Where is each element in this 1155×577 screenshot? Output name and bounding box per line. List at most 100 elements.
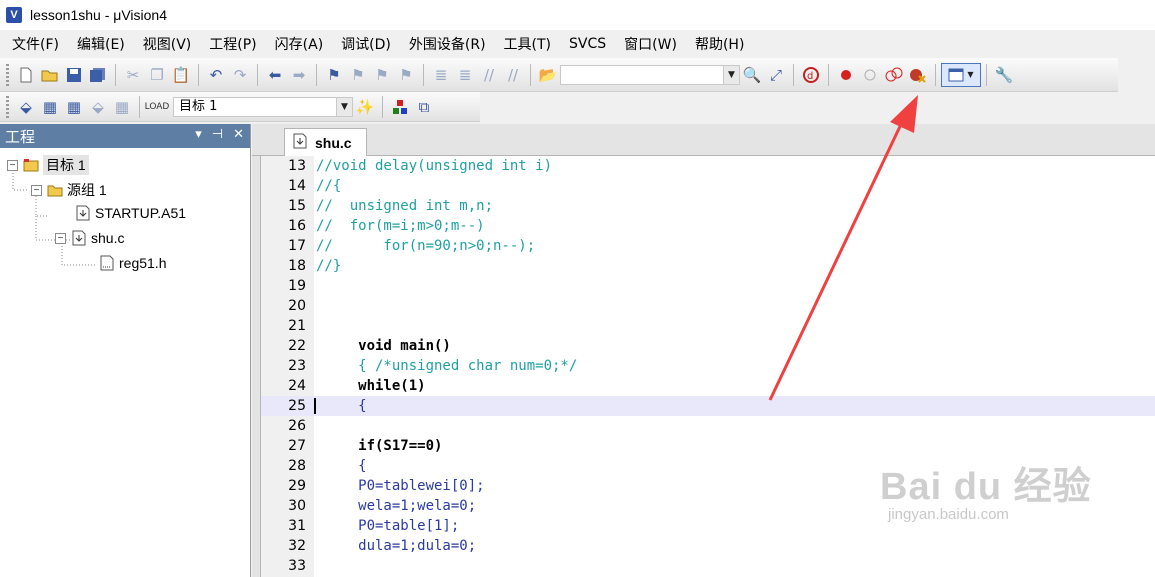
code-line[interactable]: 26 (261, 416, 1155, 436)
line-number: 13 (288, 158, 306, 174)
find-in-files-icon[interactable]: 📂 (536, 63, 560, 87)
uvision-app-icon: V (6, 7, 22, 23)
line-number: 32 (288, 538, 306, 554)
menu-file[interactable]: 文件(F) (12, 34, 59, 54)
code-line[interactable]: 27 if(S17==0) (261, 436, 1155, 456)
menu-help[interactable]: 帮助(H) (695, 34, 744, 54)
code-line[interactable]: 19 (261, 276, 1155, 296)
collapse-icon[interactable]: − (55, 232, 66, 244)
menu-edit[interactable]: 编辑(E) (77, 34, 125, 54)
download-load-icon[interactable]: LOAD (145, 95, 170, 119)
enable-breakpoint-icon[interactable] (858, 63, 882, 87)
indent-icon[interactable]: ≣ (429, 63, 453, 87)
cut-icon[interactable]: ✂ (121, 63, 145, 87)
prev-bookmark-icon[interactable]: ⚑ (346, 63, 370, 87)
incremental-find-icon[interactable]: ⤢ (764, 63, 788, 87)
menu-flash[interactable]: 闪存(A) (275, 34, 324, 54)
batch-build-icon[interactable]: ⬙ (86, 95, 110, 119)
menu-project[interactable]: 工程(P) (209, 34, 256, 54)
comment-icon[interactable]: // (477, 63, 501, 87)
configure-wrench-icon[interactable]: 🔧 (992, 63, 1016, 87)
tree-item-target[interactable]: − 目标 1 (7, 155, 89, 175)
line-number: 14 (288, 178, 306, 194)
build-icon[interactable]: ▦ (38, 95, 62, 119)
tree-item-shu-c[interactable]: − shu.c (55, 230, 124, 246)
code-line[interactable]: 33 (261, 556, 1155, 576)
tree-item-reg51-h-label: reg51.h (119, 255, 167, 271)
toolbar-separator (828, 63, 829, 86)
next-bookmark-icon[interactable]: ⚑ (370, 63, 394, 87)
tree-item-group[interactable]: − 源组 1 (31, 180, 107, 200)
code-line[interactable]: 17 // for(n=90;n>0;n--); (261, 236, 1155, 256)
paste-icon[interactable]: 📋 (169, 63, 193, 87)
target-select-value: 目标 1 (179, 98, 218, 114)
watermark-logo-text: Bai du 经验 (880, 466, 1092, 508)
menu-svcs[interactable]: SVCS (569, 36, 606, 52)
navigate-forward-icon[interactable]: ➡ (287, 63, 311, 87)
translate-icon[interactable]: ⬙ (14, 95, 38, 119)
menu-tools[interactable]: 工具(T) (504, 34, 551, 54)
line-number: 25 (288, 398, 306, 414)
menu-debug[interactable]: 调试(D) (341, 34, 391, 54)
kill-all-breakpoints-icon[interactable] (906, 63, 930, 87)
undo-icon[interactable]: ↶ (204, 63, 228, 87)
new-file-icon[interactable] (14, 63, 38, 87)
target-select[interactable]: 目标 1 ▼ (173, 96, 353, 117)
line-number: 30 (288, 498, 306, 514)
code-line[interactable]: 32 dula=1;dula=0; (261, 536, 1155, 556)
line-number: 29 (288, 478, 306, 494)
save-icon[interactable] (62, 63, 86, 87)
redo-icon[interactable]: ↷ (228, 63, 252, 87)
find-icon[interactable]: 🔍 (740, 63, 764, 87)
line-code-text: { (316, 458, 367, 474)
collapse-icon[interactable]: − (31, 184, 42, 196)
code-line[interactable]: 22 void main() (261, 336, 1155, 356)
save-all-icon[interactable] (86, 63, 110, 87)
menu-window[interactable]: 窗口(W) (624, 34, 677, 54)
toolbar-grip[interactable] (6, 63, 9, 86)
bookmark-icon[interactable]: ⚑ (322, 63, 346, 87)
uncomment-icon[interactable]: // (501, 63, 525, 87)
toolbar-grip[interactable] (6, 95, 9, 118)
select-packs-icon[interactable]: ⧉ (412, 95, 436, 119)
navigate-back-icon[interactable]: ⬅ (263, 63, 287, 87)
menu-view[interactable]: 视图(V) (143, 34, 192, 54)
code-line[interactable]: 21 (261, 316, 1155, 336)
code-line[interactable]: 14 //{ (261, 176, 1155, 196)
window-title: lesson1shu - μVision4 (30, 7, 167, 23)
code-line[interactable]: 23 { /*unsigned char num=0;*/ (261, 356, 1155, 376)
folder-icon (47, 182, 63, 198)
rebuild-icon[interactable]: ▦ (62, 95, 86, 119)
code-line[interactable]: 13 //void delay(unsigned int i) (261, 156, 1155, 176)
debug-session-icon[interactable]: d (799, 63, 823, 87)
find-combo[interactable]: ▼ (560, 64, 740, 85)
chevron-down-icon[interactable]: ▼ (723, 65, 739, 84)
insert-breakpoint-icon[interactable] (834, 63, 858, 87)
line-number: 17 (288, 238, 306, 254)
target-options-icon[interactable]: ✨ (353, 95, 377, 119)
tree-item-shu-c-label: shu.c (91, 230, 125, 246)
code-line[interactable]: 15 // unsigned int m,n; (261, 196, 1155, 216)
tab-shu-c[interactable]: shu.c (284, 128, 367, 156)
manage-components-icon[interactable] (388, 95, 412, 119)
menu-peripherals[interactable]: 外围设备(R) (409, 34, 486, 54)
open-folder-icon[interactable] (38, 63, 62, 87)
line-number: 18 (288, 258, 306, 274)
code-line[interactable]: 16 // for(m=i;m>0;m--) (261, 216, 1155, 236)
tree-item-startup[interactable]: STARTUP.A51 (75, 205, 186, 221)
code-line[interactable]: 20 (261, 296, 1155, 316)
disable-all-breakpoints-icon[interactable] (882, 63, 906, 87)
code-line[interactable]: 25 { (261, 396, 1155, 416)
tree-item-reg51-h[interactable]: reg51.h (99, 255, 166, 271)
unindent-icon[interactable]: ≣ (453, 63, 477, 87)
line-code-text: //} (316, 258, 342, 274)
code-line[interactable]: 24 while(1) (261, 376, 1155, 396)
copy-icon[interactable]: ❐ (145, 63, 169, 87)
line-number: 33 (288, 558, 306, 574)
stop-build-icon[interactable]: ▦ (110, 95, 134, 119)
window-layout-icon[interactable]: ▼ (941, 62, 981, 87)
clear-bookmarks-icon[interactable]: ⚑ (394, 63, 418, 87)
collapse-icon[interactable]: − (7, 159, 18, 171)
chevron-down-icon[interactable]: ▼ (336, 97, 352, 116)
code-line[interactable]: 18 //} (261, 256, 1155, 276)
